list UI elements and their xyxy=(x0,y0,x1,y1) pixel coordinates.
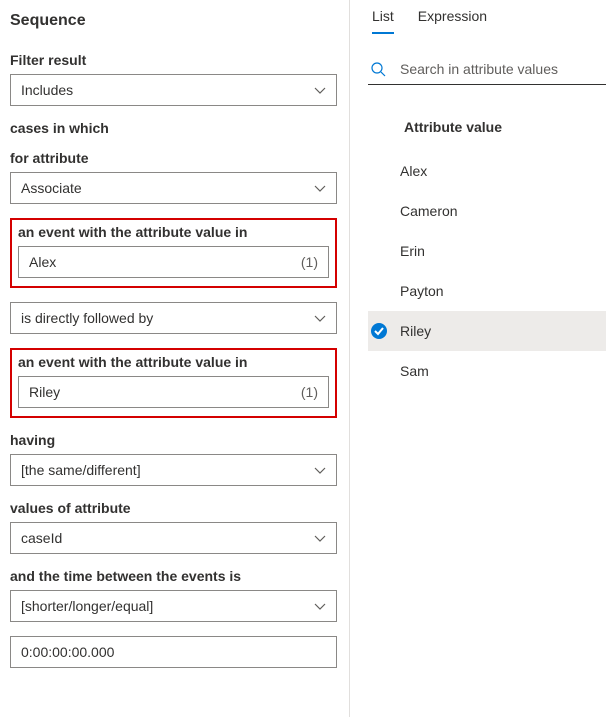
event1-label: an event with the attribute value in xyxy=(18,224,329,240)
filter-result-value: Includes xyxy=(21,82,73,98)
for-attribute-select[interactable]: Associate xyxy=(10,172,337,204)
relation-value: is directly followed by xyxy=(21,310,153,326)
list-item-label: Alex xyxy=(400,163,427,179)
having-value: [the same/different] xyxy=(21,462,141,478)
list-item[interactable]: Payton xyxy=(368,271,606,311)
event1-value: Alex xyxy=(29,254,56,270)
chevron-down-icon xyxy=(314,600,326,612)
check-spacer xyxy=(370,362,388,380)
values-of-attr-value: caseId xyxy=(21,530,62,546)
check-spacer xyxy=(370,162,388,180)
event2-group: an event with the attribute value in Ril… xyxy=(10,348,337,418)
event1-select[interactable]: Alex (1) xyxy=(18,246,329,278)
filter-result-select[interactable]: Includes xyxy=(10,74,337,106)
event1-count: (1) xyxy=(301,254,318,270)
time-between-select[interactable]: [shorter/longer/equal] xyxy=(10,590,337,622)
duration-input[interactable]: 0:00:00:00.000 xyxy=(10,636,337,668)
attribute-panel: List Expression Attribute value Alex Cam… xyxy=(350,0,606,717)
list-item[interactable]: Erin xyxy=(368,231,606,271)
check-spacer xyxy=(370,282,388,300)
chevron-down-icon xyxy=(314,464,326,476)
cases-in-which-label: cases in which xyxy=(10,120,337,136)
attribute-list: Alex Cameron Erin Payton Riley Sam xyxy=(368,151,606,391)
list-item[interactable]: Cameron xyxy=(368,191,606,231)
time-between-value: [shorter/longer/equal] xyxy=(21,598,153,614)
relation-select[interactable]: is directly followed by xyxy=(10,302,337,334)
list-item[interactable]: Alex xyxy=(368,151,606,191)
event2-count: (1) xyxy=(301,384,318,400)
values-of-attr-label: values of attribute xyxy=(10,500,337,516)
chevron-down-icon xyxy=(314,312,326,324)
sequence-panel: Sequence Filter result Includes cases in… xyxy=(0,0,350,717)
list-item-label: Erin xyxy=(400,243,425,259)
tabs: List Expression xyxy=(368,8,606,34)
search-icon xyxy=(370,61,386,77)
list-item[interactable]: Riley xyxy=(368,311,606,351)
attribute-value-header: Attribute value xyxy=(368,119,606,135)
chevron-down-icon xyxy=(314,532,326,544)
time-between-label: and the time between the events is xyxy=(10,568,337,584)
panel-title: Sequence xyxy=(10,12,337,30)
check-spacer xyxy=(370,322,388,340)
list-item[interactable]: Sam xyxy=(368,351,606,391)
duration-value: 0:00:00:00.000 xyxy=(21,644,114,660)
check-spacer xyxy=(370,202,388,220)
for-attribute-label: for attribute xyxy=(10,150,337,166)
tab-list[interactable]: List xyxy=(372,8,394,34)
search-row xyxy=(368,56,606,85)
check-spacer xyxy=(370,242,388,260)
event2-label: an event with the attribute value in xyxy=(18,354,329,370)
filter-result-label: Filter result xyxy=(10,52,337,68)
list-item-label: Sam xyxy=(400,363,429,379)
values-of-attr-select[interactable]: caseId xyxy=(10,522,337,554)
list-item-label: Riley xyxy=(400,323,431,339)
search-input[interactable] xyxy=(398,60,606,78)
chevron-down-icon xyxy=(314,84,326,96)
chevron-down-icon xyxy=(314,182,326,194)
having-select[interactable]: [the same/different] xyxy=(10,454,337,486)
list-item-label: Payton xyxy=(400,283,444,299)
check-circle-icon xyxy=(371,323,387,339)
for-attribute-value: Associate xyxy=(21,180,82,196)
having-label: having xyxy=(10,432,337,448)
event2-select[interactable]: Riley (1) xyxy=(18,376,329,408)
tab-expression[interactable]: Expression xyxy=(418,8,487,34)
event2-value: Riley xyxy=(29,384,60,400)
event1-group: an event with the attribute value in Ale… xyxy=(10,218,337,288)
list-item-label: Cameron xyxy=(400,203,458,219)
